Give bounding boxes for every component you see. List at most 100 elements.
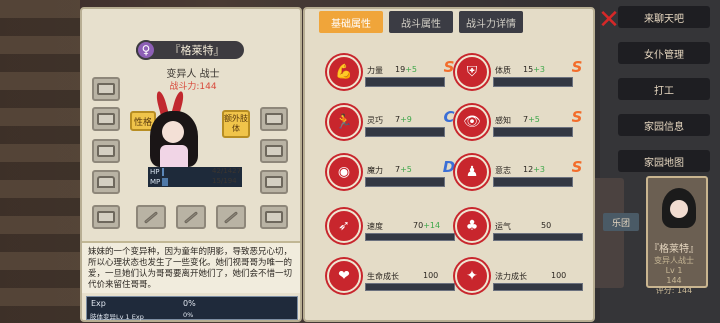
attribute-grade: S <box>571 158 583 176</box>
sword-icon <box>143 210 159 224</box>
exp-percent: 0% <box>183 299 196 308</box>
attribute-bar <box>493 77 573 87</box>
exp-label: Exp <box>91 299 106 308</box>
empty-slot-icon <box>97 113 115 125</box>
attribute-value: 15+3 <box>523 65 545 74</box>
attribute-label: 意志 <box>495 166 511 175</box>
side-menu-item-work[interactable]: 打工 <box>618 78 710 100</box>
tab-basic-attributes[interactable]: 基础属性 <box>319 11 383 33</box>
attribute-0: 💪 力量 19+5 S <box>327 55 457 91</box>
secondary-label: 速度 <box>367 222 383 231</box>
side-menu-item-home-info[interactable]: 家园信息 <box>618 114 710 136</box>
secondary-bar <box>365 283 455 291</box>
heart-growth-icon: ❤ <box>327 259 361 293</box>
secondary-label: 运气 <box>495 222 511 231</box>
speed-icon: ➶ <box>327 209 361 243</box>
character-description: 妹妹的一个变异种，因为童年的阴影，导致恶兄心切，所以心理状态也发生了一些变化。她… <box>82 241 300 293</box>
limb-exp-label: 肢体变异Lv 1 Exp <box>90 313 144 321</box>
secondary-bar <box>493 283 583 291</box>
side-menu-item-maid-management[interactable]: 女仆管理 <box>618 42 710 64</box>
empty-slot-icon <box>265 176 283 188</box>
secondary-attribute-3: ✦ 法力成长 100 <box>455 259 585 295</box>
character-portrait <box>144 89 224 173</box>
equipment-slot-left-1[interactable] <box>92 77 120 101</box>
secondary-label: 法力成长 <box>495 272 527 281</box>
attribute-3: 👁 感知 7+5 S <box>455 105 585 141</box>
armor-icon: ⛨ <box>455 55 489 89</box>
close-icon[interactable]: ✕ <box>595 5 623 35</box>
eye-icon: 👁 <box>455 105 489 139</box>
character-card-name: 『格莱特』 <box>649 244 699 255</box>
attribute-bar <box>365 177 445 187</box>
character-card-info: 变异人战士 Lv 1 144 评分: 144 <box>642 256 706 296</box>
side-menu-item-chat[interactable]: 来聊天吧 <box>618 6 710 28</box>
tab-combat-attributes[interactable]: 战斗属性 <box>389 11 453 33</box>
equipment-slot-left-3[interactable] <box>92 139 120 163</box>
weapon-slot-3[interactable] <box>216 205 246 229</box>
exp-panel: Exp 0% 肢体变异Lv 1 Exp 0% <box>86 296 298 321</box>
empty-slot-icon <box>265 145 283 157</box>
secondary-value: 50 <box>541 221 552 230</box>
secondary-value: 100 <box>551 271 567 280</box>
attribute-5: ♟ 意志 12+3 S <box>455 155 585 191</box>
mp-label: MP <box>150 178 161 186</box>
character-card-power: 144 <box>666 276 682 285</box>
attribute-bar <box>493 127 573 137</box>
secondary-attribute-1: ♣ 运气 50 <box>455 209 585 245</box>
equipment-slot-right-3[interactable] <box>260 170 288 194</box>
attribute-grade: S <box>571 58 583 76</box>
star-growth-icon: ✦ <box>455 259 489 293</box>
equipment-slot-right-4[interactable] <box>260 205 288 229</box>
empty-slot-icon <box>97 145 115 157</box>
empty-slot-icon <box>265 113 283 125</box>
equipment-slot-right-2[interactable] <box>260 139 288 163</box>
attribute-value: 12+3 <box>523 165 545 174</box>
attribute-label: 灵巧 <box>367 116 383 125</box>
attribute-grade: S <box>571 108 583 126</box>
character-card-portrait <box>662 188 696 228</box>
limb-exp-percent: 0% <box>183 311 194 319</box>
equipment-slot-left-2[interactable] <box>92 107 120 131</box>
band-button[interactable]: 乐团 <box>603 213 639 231</box>
attribute-label: 感知 <box>495 116 511 125</box>
clothing-slot[interactable] <box>92 170 120 194</box>
equipment-slot-right-1[interactable] <box>260 107 288 131</box>
equipment-slot-left-4[interactable] <box>92 205 120 229</box>
extra-limb-button[interactable]: 额外肢体 <box>222 110 250 138</box>
attribute-bar <box>365 77 445 87</box>
tab-combat-power-details[interactable]: 战斗力详情 <box>459 11 523 33</box>
character-card-class: 变异人战士 <box>654 256 694 265</box>
attribute-1: ⛨ 体质 15+3 S <box>455 55 585 91</box>
secondary-attribute-0: ➶ 速度 70+14 <box>327 209 457 245</box>
magic-icon: ◉ <box>327 155 361 189</box>
background-left-decoration <box>0 0 80 323</box>
attribute-value: 7+5 <box>395 165 412 174</box>
runner-icon: 🏃 <box>327 105 361 139</box>
mp-fill <box>162 178 169 186</box>
hp-value: 42/1427 <box>212 167 242 175</box>
attribute-value: 7+5 <box>523 115 540 124</box>
secondary-bar <box>493 233 583 241</box>
secondary-bar <box>365 233 455 241</box>
attribute-value: 19+5 <box>395 65 417 74</box>
side-menu-item-home-map[interactable]: 家园地图 <box>618 150 710 172</box>
attribute-bar <box>493 177 573 187</box>
attribute-label: 体质 <box>495 66 511 75</box>
empty-slot-icon <box>97 83 115 95</box>
sword-icon <box>223 210 239 224</box>
weapon-slot-2[interactable] <box>176 205 206 229</box>
attribute-bar <box>365 127 445 137</box>
character-card-score: 评分: 144 <box>655 286 693 295</box>
attribute-4: ◉ 魔力 7+5 D <box>327 155 457 191</box>
empty-slot-icon <box>265 211 283 223</box>
shirt-icon <box>97 176 115 188</box>
weapon-slot-1[interactable] <box>136 205 166 229</box>
attribute-label: 力量 <box>367 66 383 75</box>
female-icon: ♀ <box>136 40 156 60</box>
mp-value: 15/194 <box>212 177 237 185</box>
attribute-tabs: 基础属性 战斗属性 战斗力详情 <box>319 9 523 35</box>
secondary-value: 70+14 <box>413 221 441 230</box>
secondary-value: 100 <box>423 271 439 280</box>
hp-fill <box>162 168 165 176</box>
hp-label: HP <box>150 168 160 176</box>
